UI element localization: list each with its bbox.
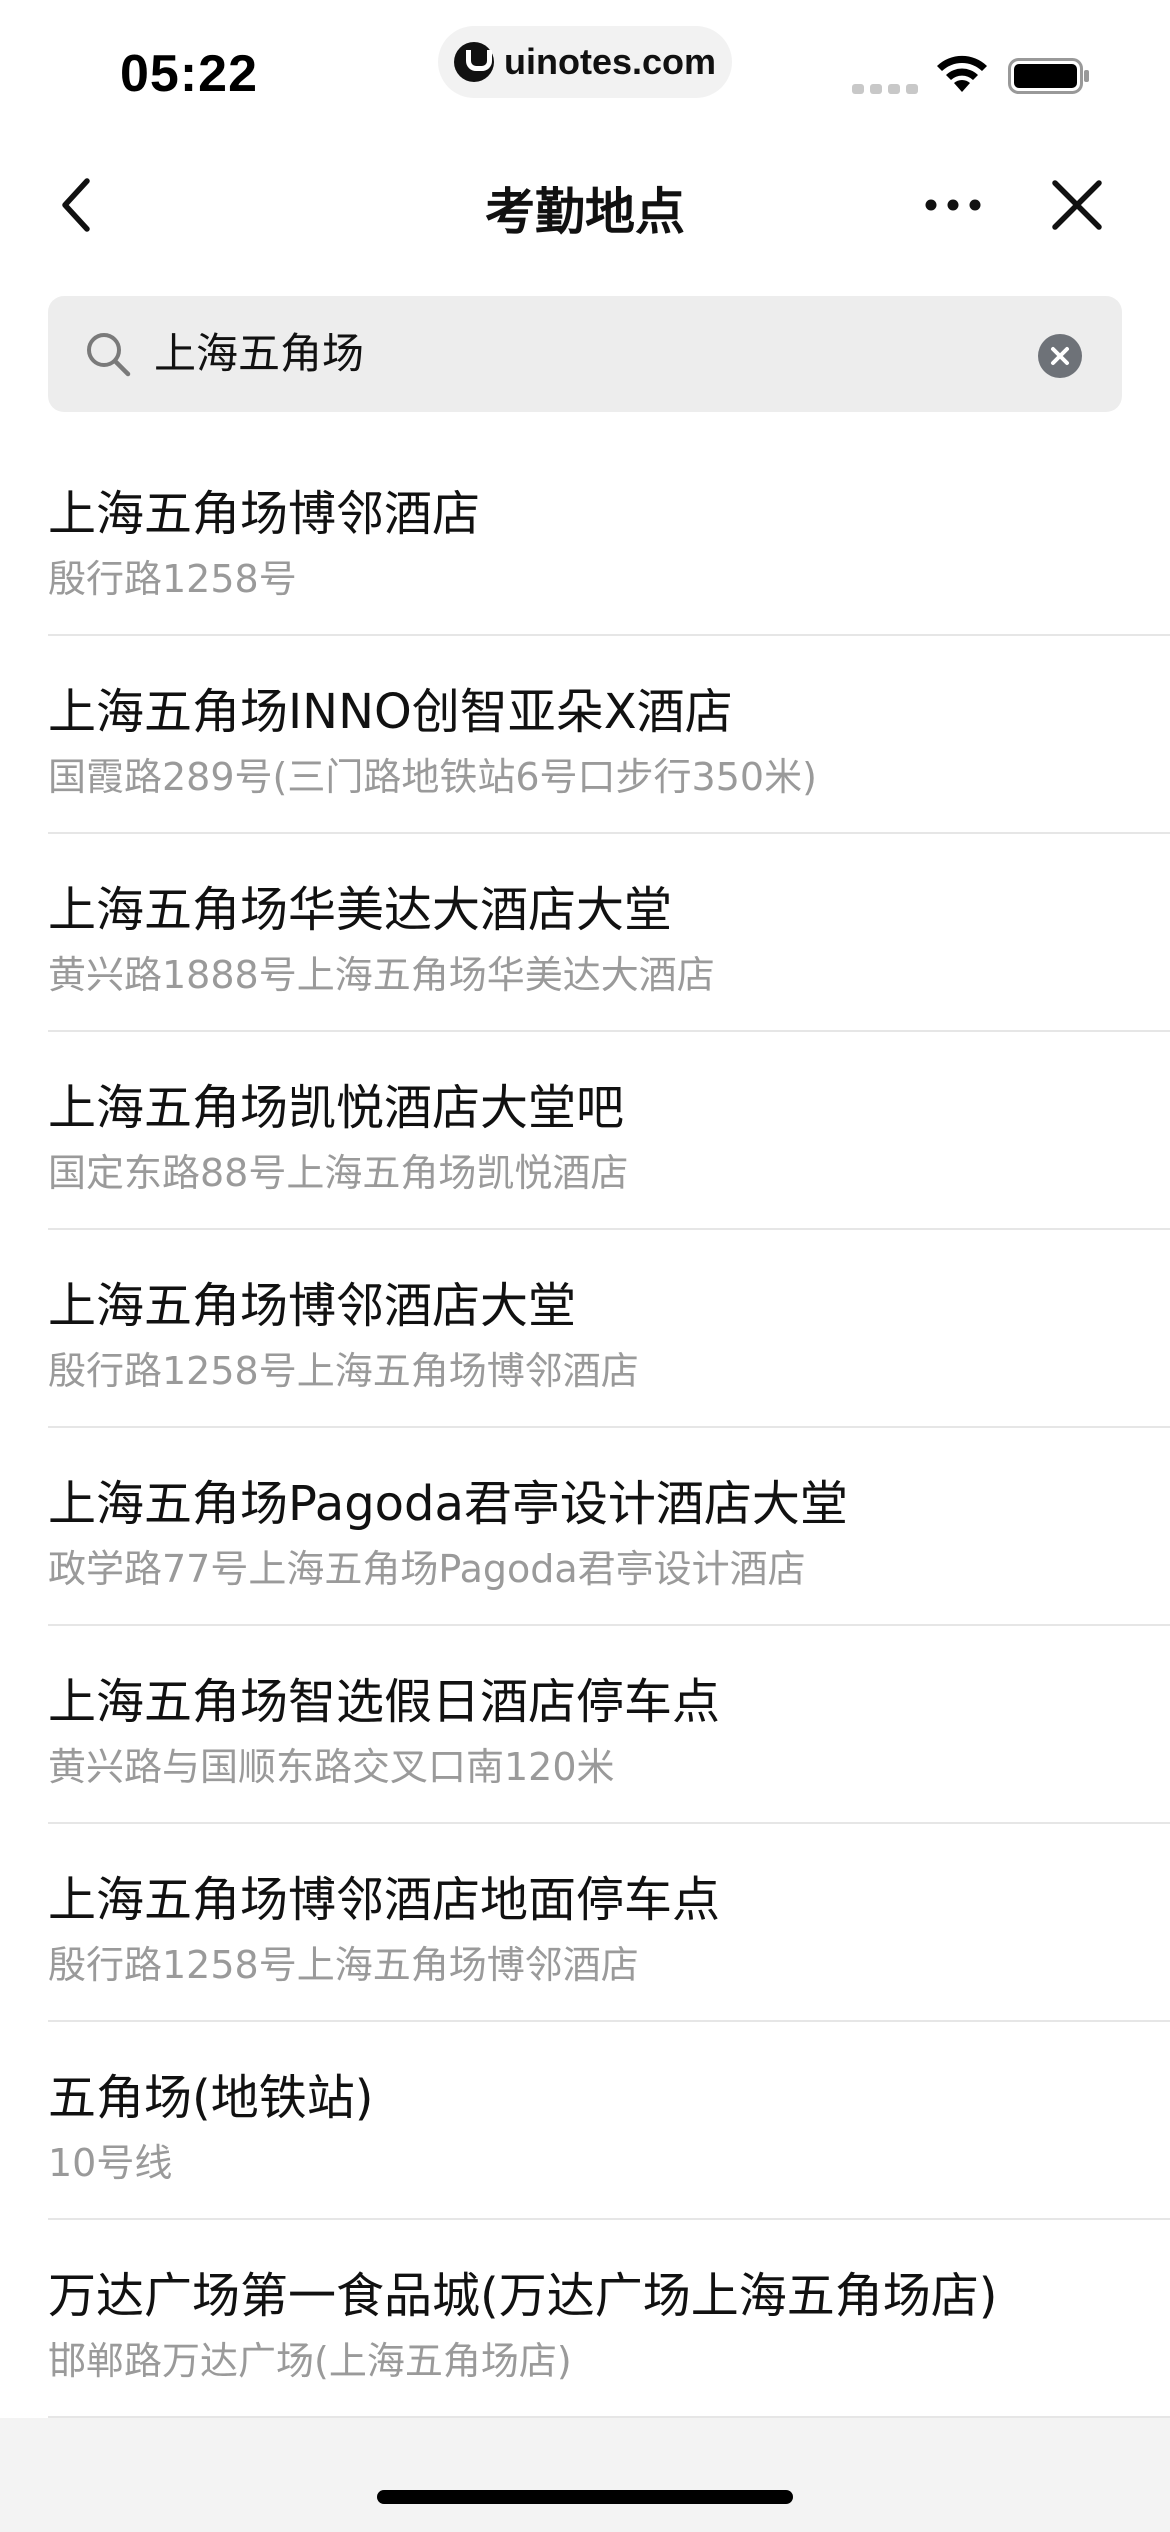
url-text: uinotes.com — [503, 41, 717, 82]
list-item[interactable]: 上海五角场华美达大酒店大堂 黄兴路1888号上海五角场华美达大酒店 — [0, 834, 1170, 1032]
location-address: 国霞路289号(三门路地铁站6号口步行350米) — [48, 755, 817, 799]
screen: 05:22 uinotes.com 考勤地点 上海五角场 上海五角场博邻酒店 殷… — [0, 0, 1170, 2532]
clear-search-button[interactable] — [1038, 334, 1082, 378]
cellular-signal-icon — [852, 84, 918, 94]
site-logo-icon — [453, 42, 494, 82]
results-list: 上海五角场博邻酒店 殷行路1258号 上海五角场INNO创智亚朵X酒店 国霞路2… — [0, 438, 1170, 2418]
url-pill[interactable]: uinotes.com — [438, 26, 732, 98]
location-address: 殷行路1258号上海五角场博邻酒店 — [48, 1943, 639, 1987]
location-name: 上海五角场华美达大酒店大堂 — [48, 882, 673, 938]
clear-circle-icon — [1051, 347, 1069, 365]
list-item[interactable]: 上海五角场博邻酒店地面停车点 殷行路1258号上海五角场博邻酒店 — [0, 1824, 1170, 2022]
search-box[interactable] — [48, 296, 1122, 412]
list-item[interactable]: 上海五角场凯悦酒店大堂吧 国定东路88号上海五角场凯悦酒店 — [0, 1032, 1170, 1230]
location-name: 上海五角场博邻酒店 — [48, 486, 481, 542]
search-icon — [87, 333, 131, 377]
more-button[interactable] — [918, 170, 988, 240]
location-address: 黄兴路1888号上海五角场华美达大酒店 — [48, 953, 715, 997]
more-dots-icon — [925, 199, 981, 211]
status-time: 05:22 — [120, 45, 258, 103]
status-bar: 05:22 uinotes.com — [0, 0, 1170, 140]
location-name: 上海五角场博邻酒店大堂 — [48, 1278, 577, 1334]
home-indicator[interactable] — [377, 2490, 793, 2504]
location-address: 邯郸路万达广场(上海五角场店) — [48, 2339, 572, 2383]
battery-icon — [1008, 58, 1089, 94]
list-item[interactable]: 上海五角场Pagoda君亭设计酒店大堂 政学路77号上海五角场Pagoda君亭设… — [0, 1428, 1170, 1626]
location-name: 上海五角场智选假日酒店停车点 — [48, 1674, 721, 1730]
bottom-bar — [0, 2418, 1170, 2532]
location-address: 国定东路88号上海五角场凯悦酒店 — [48, 1151, 629, 1195]
location-name: 上海五角场博邻酒店地面停车点 — [48, 1872, 721, 1928]
list-item[interactable]: 上海五角场博邻酒店大堂 殷行路1258号上海五角场博邻酒店 — [0, 1230, 1170, 1428]
wifi-icon — [937, 55, 987, 92]
list-item[interactable]: 上海五角场智选假日酒店停车点 黄兴路与国顺东路交叉口南120米 — [0, 1626, 1170, 1824]
list-item[interactable]: 上海五角场博邻酒店 殷行路1258号 — [0, 438, 1170, 636]
location-name: 上海五角场Pagoda君亭设计酒店大堂 — [48, 1476, 848, 1532]
location-name: 万达广场第一食品城(万达广场上海五角场店) — [48, 2268, 998, 2324]
location-name: 五角场(地铁站) — [48, 2070, 374, 2126]
list-item[interactable]: 万达广场第一食品城(万达广场上海五角场店) 邯郸路万达广场(上海五角场店) — [0, 2220, 1170, 2418]
list-item[interactable]: 上海五角场INNO创智亚朵X酒店 国霞路289号(三门路地铁站6号口步行350米… — [0, 636, 1170, 834]
nav-bar: 考勤地点 — [0, 150, 1170, 260]
location-name: 上海五角场INNO创智亚朵X酒店 — [48, 684, 733, 740]
location-address: 殷行路1258号 — [48, 557, 297, 601]
search-input[interactable] — [154, 296, 1054, 412]
close-icon — [1052, 180, 1102, 230]
location-name: 上海五角场凯悦酒店大堂吧 — [48, 1080, 625, 1136]
location-address: 殷行路1258号上海五角场博邻酒店 — [48, 1349, 639, 1393]
list-item[interactable]: 五角场(地铁站) 10号线 — [0, 2022, 1170, 2220]
location-address: 黄兴路与国顺东路交叉口南120米 — [48, 1745, 615, 1789]
page-title: 考勤地点 — [485, 183, 685, 241]
location-address: 政学路77号上海五角场Pagoda君亭设计酒店 — [48, 1547, 806, 1591]
location-address: 10号线 — [48, 2141, 173, 2185]
close-button[interactable] — [1042, 170, 1112, 240]
